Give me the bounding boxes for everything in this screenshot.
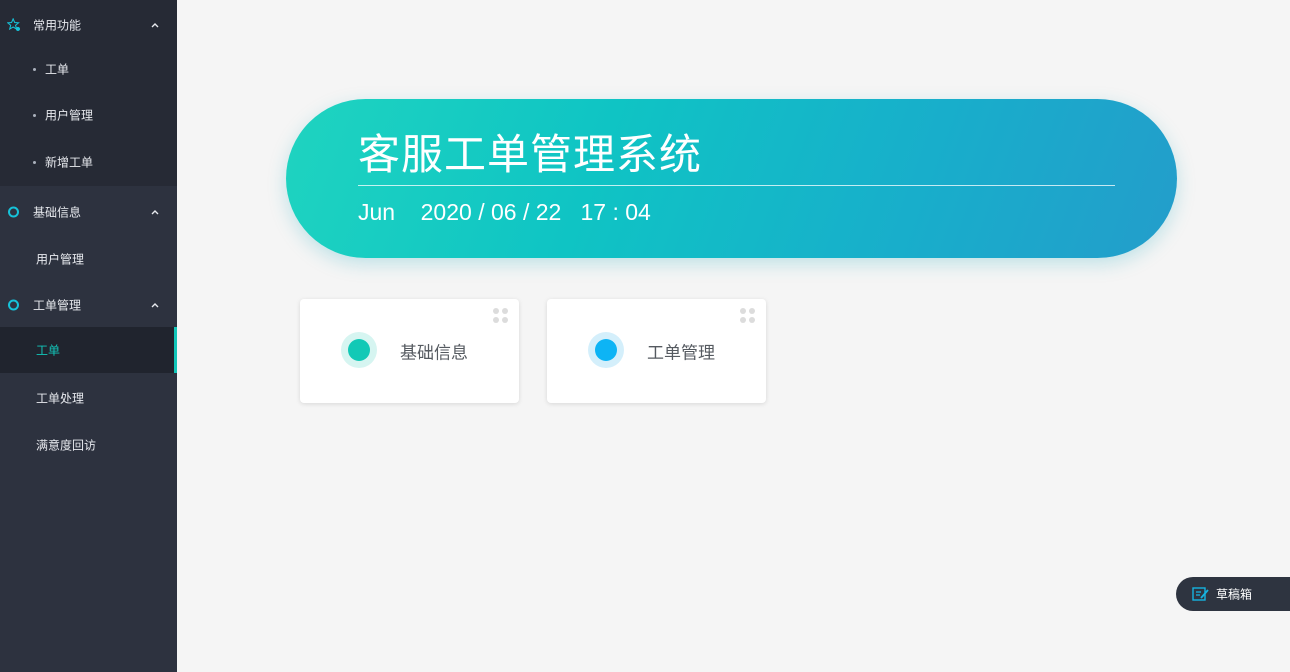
sidebar: 常用功能 工单 用户管理 新增工单 基础信息 用户管理 工单管理 工单 工单处理… xyxy=(0,0,177,672)
sidebar-item-label: 用户管理 xyxy=(45,108,94,123)
edit-note-icon xyxy=(1192,587,1209,601)
circle-icon xyxy=(8,206,19,218)
sidebar-item-user-management[interactable]: 用户管理 xyxy=(0,236,177,282)
current-datetime: Jun 2020 / 06 / 22 17 : 04 xyxy=(358,199,651,225)
welcome-banner: 客服工单管理系统 Jun 2020 / 06 / 22 17 : 04 xyxy=(286,99,1177,258)
teal-dot-icon xyxy=(341,332,377,368)
sidebar-group-common[interactable]: 常用功能 xyxy=(0,2,177,48)
bullet-dot xyxy=(33,68,36,71)
sidebar-item-ticket-shortcut[interactable]: 工单 xyxy=(0,46,177,92)
sidebar-item-ticket[interactable]: 工单 xyxy=(0,327,177,373)
sidebar-group-label: 常用功能 xyxy=(33,18,82,33)
bullet-dot xyxy=(33,114,36,117)
card-label: 基础信息 xyxy=(400,343,468,364)
sidebar-item-new-ticket[interactable]: 新增工单 xyxy=(0,139,177,185)
sidebar-item-user-management-shortcut[interactable]: 用户管理 xyxy=(0,92,177,138)
drag-handle-icon[interactable] xyxy=(740,308,756,324)
star-icon xyxy=(7,18,21,32)
bullet-dot xyxy=(33,161,36,164)
sidebar-group-basic-info[interactable]: 基础信息 xyxy=(0,189,177,235)
chevron-up-icon[interactable] xyxy=(150,207,160,217)
sidebar-item-label: 工单 xyxy=(36,343,61,358)
draft-box-button[interactable]: 草稿箱 xyxy=(1176,577,1290,611)
shortcut-card-basic-info[interactable]: 基础信息 xyxy=(300,299,519,403)
chevron-up-icon[interactable] xyxy=(150,20,160,30)
active-indicator xyxy=(174,327,177,373)
sidebar-group-label: 工单管理 xyxy=(33,298,82,313)
draft-box-label: 草稿箱 xyxy=(1216,587,1253,602)
sidebar-item-label: 满意度回访 xyxy=(36,438,97,453)
sidebar-item-label: 工单处理 xyxy=(36,391,85,406)
drag-handle-icon[interactable] xyxy=(493,308,509,324)
sidebar-item-label: 工单 xyxy=(45,62,70,77)
banner-divider xyxy=(358,185,1115,186)
card-label: 工单管理 xyxy=(647,343,715,364)
circle-icon xyxy=(8,299,19,311)
blue-dot-icon xyxy=(588,332,624,368)
chevron-up-icon[interactable] xyxy=(150,300,160,310)
system-title: 客服工单管理系统 xyxy=(358,130,703,179)
shortcut-card-ticket-management[interactable]: 工单管理 xyxy=(547,299,766,403)
sidebar-item-satisfaction-survey[interactable]: 满意度回访 xyxy=(0,422,177,468)
sidebar-group-ticket-management[interactable]: 工单管理 xyxy=(0,282,177,328)
sidebar-item-label: 用户管理 xyxy=(36,252,85,267)
sidebar-group-label: 基础信息 xyxy=(33,205,82,220)
sidebar-item-label: 新增工单 xyxy=(45,155,94,170)
sidebar-item-ticket-processing[interactable]: 工单处理 xyxy=(0,375,177,421)
